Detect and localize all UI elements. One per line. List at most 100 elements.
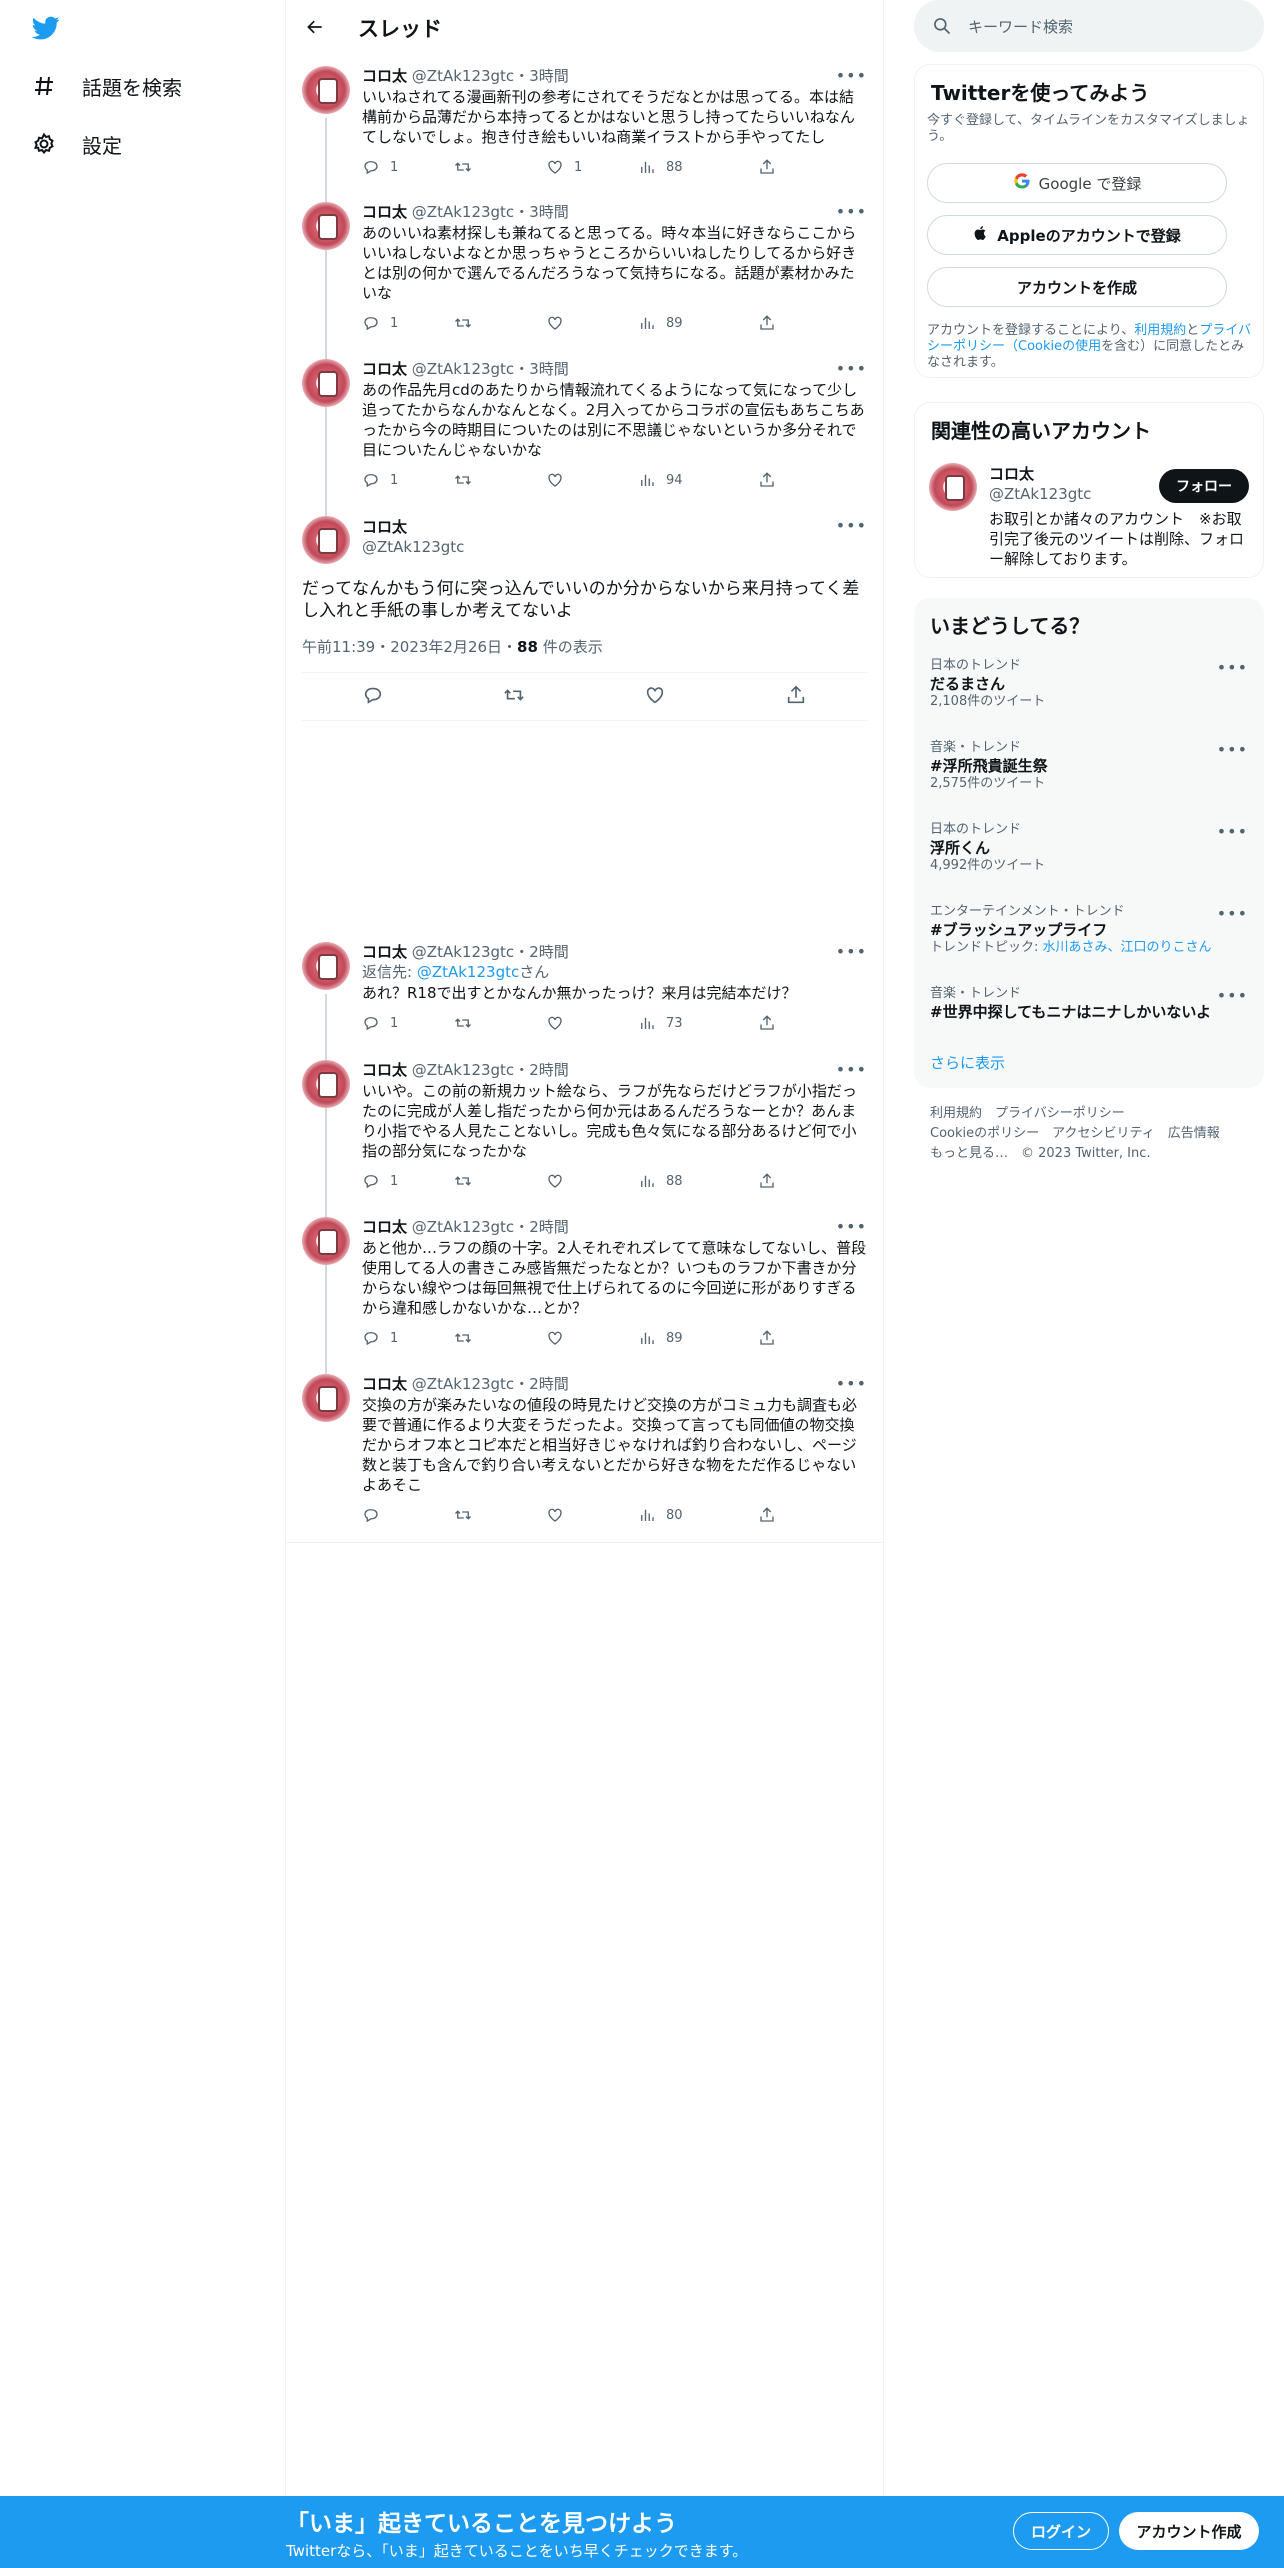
views-button[interactable]: 73 <box>638 1014 758 1032</box>
tweet-author-name[interactable]: コロ太 <box>362 943 407 961</box>
more-icon[interactable]: ••• <box>836 942 867 961</box>
trend-item[interactable]: 音楽・トレンド #世界中探してもニナはニナしかいないよ ••• <box>930 986 1248 1022</box>
share-button[interactable] <box>758 1506 776 1524</box>
like-button[interactable] <box>546 1506 638 1524</box>
tweet-author-name[interactable]: コロ太 <box>362 203 407 221</box>
terms-link[interactable]: 利用規約 <box>1134 323 1186 338</box>
footer-line-3[interactable]: もっと見る… © 2023 Twitter, Inc. <box>930 1144 1220 1164</box>
reply-tweet-1[interactable]: コロ太 @ZtAk123gtc・2時間 ••• 返信先: @ZtAk123gtc… <box>286 942 883 1046</box>
focus-author-name[interactable]: コロ太 <box>362 516 407 537</box>
retweet-button[interactable] <box>454 471 546 489</box>
more-icon[interactable]: ••• <box>1217 986 1248 1005</box>
share-button[interactable] <box>758 158 776 176</box>
retweet-button[interactable] <box>454 158 546 176</box>
tweet-time[interactable]: 2時間 <box>529 943 569 961</box>
avatar[interactable] <box>302 1217 350 1265</box>
retweet-button[interactable] <box>454 1172 546 1190</box>
like-button[interactable] <box>546 314 638 332</box>
share-button[interactable] <box>785 684 807 710</box>
avatar[interactable] <box>302 1374 350 1422</box>
avatar[interactable] <box>302 516 350 564</box>
tweet-time[interactable]: 2時間 <box>529 1218 569 1236</box>
trend-item[interactable]: エンターテインメント・トレンド #ブラッシュアップライフ トレンドトピック: 水… <box>930 904 1248 956</box>
reply-button[interactable]: 1 <box>362 314 454 332</box>
avatar[interactable] <box>302 1060 350 1108</box>
focus-timestamp[interactable]: 午前11:39・2023年2月26日・ <box>302 638 517 656</box>
signup-button[interactable]: アカウント作成 <box>1119 2512 1259 2550</box>
like-button[interactable] <box>546 1014 638 1032</box>
twitter-bird-icon[interactable] <box>30 14 64 44</box>
tweet-time[interactable]: 2時間 <box>529 1061 569 1079</box>
avatar[interactable] <box>302 359 350 407</box>
reply-to-link[interactable]: @ZtAk123gtc <box>417 963 519 981</box>
reply-tweet-3[interactable]: コロ太 @ZtAk123gtc・2時間 ••• あと他か…ラフの顔の十字。2人そ… <box>286 1217 883 1357</box>
tweet-time[interactable]: 3時間 <box>529 203 569 221</box>
retweet-button[interactable] <box>454 1506 546 1524</box>
tweet-author-handle[interactable]: @ZtAk123gtc <box>412 360 514 378</box>
retweet-button[interactable] <box>454 314 546 332</box>
avatar[interactable] <box>929 463 977 511</box>
share-button[interactable] <box>758 1172 776 1190</box>
tweet-3[interactable]: コロ太 @ZtAk123gtc・3時間 ••• あの作品先月cdのあたりから情報… <box>286 359 883 499</box>
focus-author-handle[interactable]: @ZtAk123gtc <box>362 538 464 556</box>
footer-line-2[interactable]: Cookieのポリシー アクセシビリティ 広告情報 <box>930 1124 1220 1144</box>
tweet-author-handle[interactable]: @ZtAk123gtc <box>412 67 514 85</box>
reply-button[interactable] <box>362 684 384 710</box>
apple-signup-button[interactable]: Appleのアカウントで登録 <box>927 215 1227 255</box>
avatar[interactable] <box>302 942 350 990</box>
tweet-author-name[interactable]: コロ太 <box>362 1218 407 1236</box>
more-icon[interactable]: ••• <box>836 516 867 535</box>
views-button[interactable]: 80 <box>638 1506 758 1524</box>
more-icon[interactable]: ••• <box>836 1374 867 1393</box>
reply-button[interactable]: 1 <box>362 158 454 176</box>
like-button[interactable] <box>546 471 638 489</box>
tweet-author-name[interactable]: コロ太 <box>362 360 407 378</box>
more-icon[interactable]: ••• <box>836 1060 867 1079</box>
more-icon[interactable]: ••• <box>1217 740 1248 759</box>
show-more-link[interactable]: さらに表示 <box>930 1052 1005 1073</box>
views-button[interactable]: 88 <box>638 158 758 176</box>
avatar[interactable] <box>302 66 350 114</box>
follow-button[interactable]: フォロー <box>1159 469 1249 503</box>
related-account-name[interactable]: コロ太 <box>989 463 1034 484</box>
share-button[interactable] <box>758 314 776 332</box>
more-icon[interactable]: ••• <box>1217 658 1248 677</box>
more-icon[interactable]: ••• <box>1217 904 1248 923</box>
views-button[interactable]: 89 <box>638 1329 758 1347</box>
tweet-author-handle[interactable]: @ZtAk123gtc <box>412 1061 514 1079</box>
trend-item[interactable]: 日本のトレンド だるまさん 2,108件のツイート ••• <box>930 658 1248 710</box>
tweet-time[interactable]: 3時間 <box>529 67 569 85</box>
reply-tweet-2[interactable]: コロ太 @ZtAk123gtc・2時間 ••• いいや。この前の新規カット絵なら… <box>286 1060 883 1200</box>
login-button[interactable]: ログイン <box>1013 2512 1109 2550</box>
google-signup-button[interactable]: Google で登録 <box>927 163 1227 203</box>
footer-line-1[interactable]: 利用規約 プライバシーポリシー <box>930 1104 1220 1124</box>
tweet-author-handle[interactable]: @ZtAk123gtc <box>412 203 514 221</box>
views-button[interactable]: 94 <box>638 471 758 489</box>
tweet-author-handle[interactable]: @ZtAk123gtc <box>412 1218 514 1236</box>
reply-button[interactable]: 1 <box>362 1329 454 1347</box>
tweet-1[interactable]: コロ太 @ZtAk123gtc・3時間 ••• いいねされてる漫画新刊の参考にさ… <box>286 66 883 190</box>
tweet-author-name[interactable]: コロ太 <box>362 1375 407 1393</box>
tweet-author-handle[interactable]: @ZtAk123gtc <box>412 1375 514 1393</box>
more-icon[interactable]: ••• <box>836 66 867 85</box>
retweet-button[interactable] <box>454 1014 546 1032</box>
trend-item[interactable]: 音楽・トレンド #浮所飛貴誕生祭 2,575件のツイート ••• <box>930 740 1248 792</box>
share-button[interactable] <box>758 1329 776 1347</box>
more-icon[interactable]: ••• <box>836 1217 867 1236</box>
tweet-time[interactable]: 3時間 <box>529 360 569 378</box>
reply-button[interactable] <box>362 1506 454 1524</box>
more-icon[interactable]: ••• <box>1217 822 1248 841</box>
tweet-author-handle[interactable]: @ZtAk123gtc <box>412 943 514 961</box>
search-input[interactable]: キーワード検索 <box>914 0 1264 52</box>
like-button[interactable] <box>644 684 666 710</box>
retweet-button[interactable] <box>503 684 525 710</box>
tweet-author-name[interactable]: コロ太 <box>362 1061 407 1079</box>
tweet-time[interactable]: 2時間 <box>529 1375 569 1393</box>
reply-button[interactable]: 1 <box>362 471 454 489</box>
reply-button[interactable]: 1 <box>362 1172 454 1190</box>
like-button[interactable] <box>546 1172 638 1190</box>
create-account-button[interactable]: アカウントを作成 <box>927 267 1227 307</box>
nav-explore[interactable]: 話題を検索 <box>30 66 182 106</box>
trend-topic-link[interactable]: 水川あさみ、江口のりこさん <box>1043 940 1212 955</box>
more-icon[interactable]: ••• <box>836 202 867 221</box>
